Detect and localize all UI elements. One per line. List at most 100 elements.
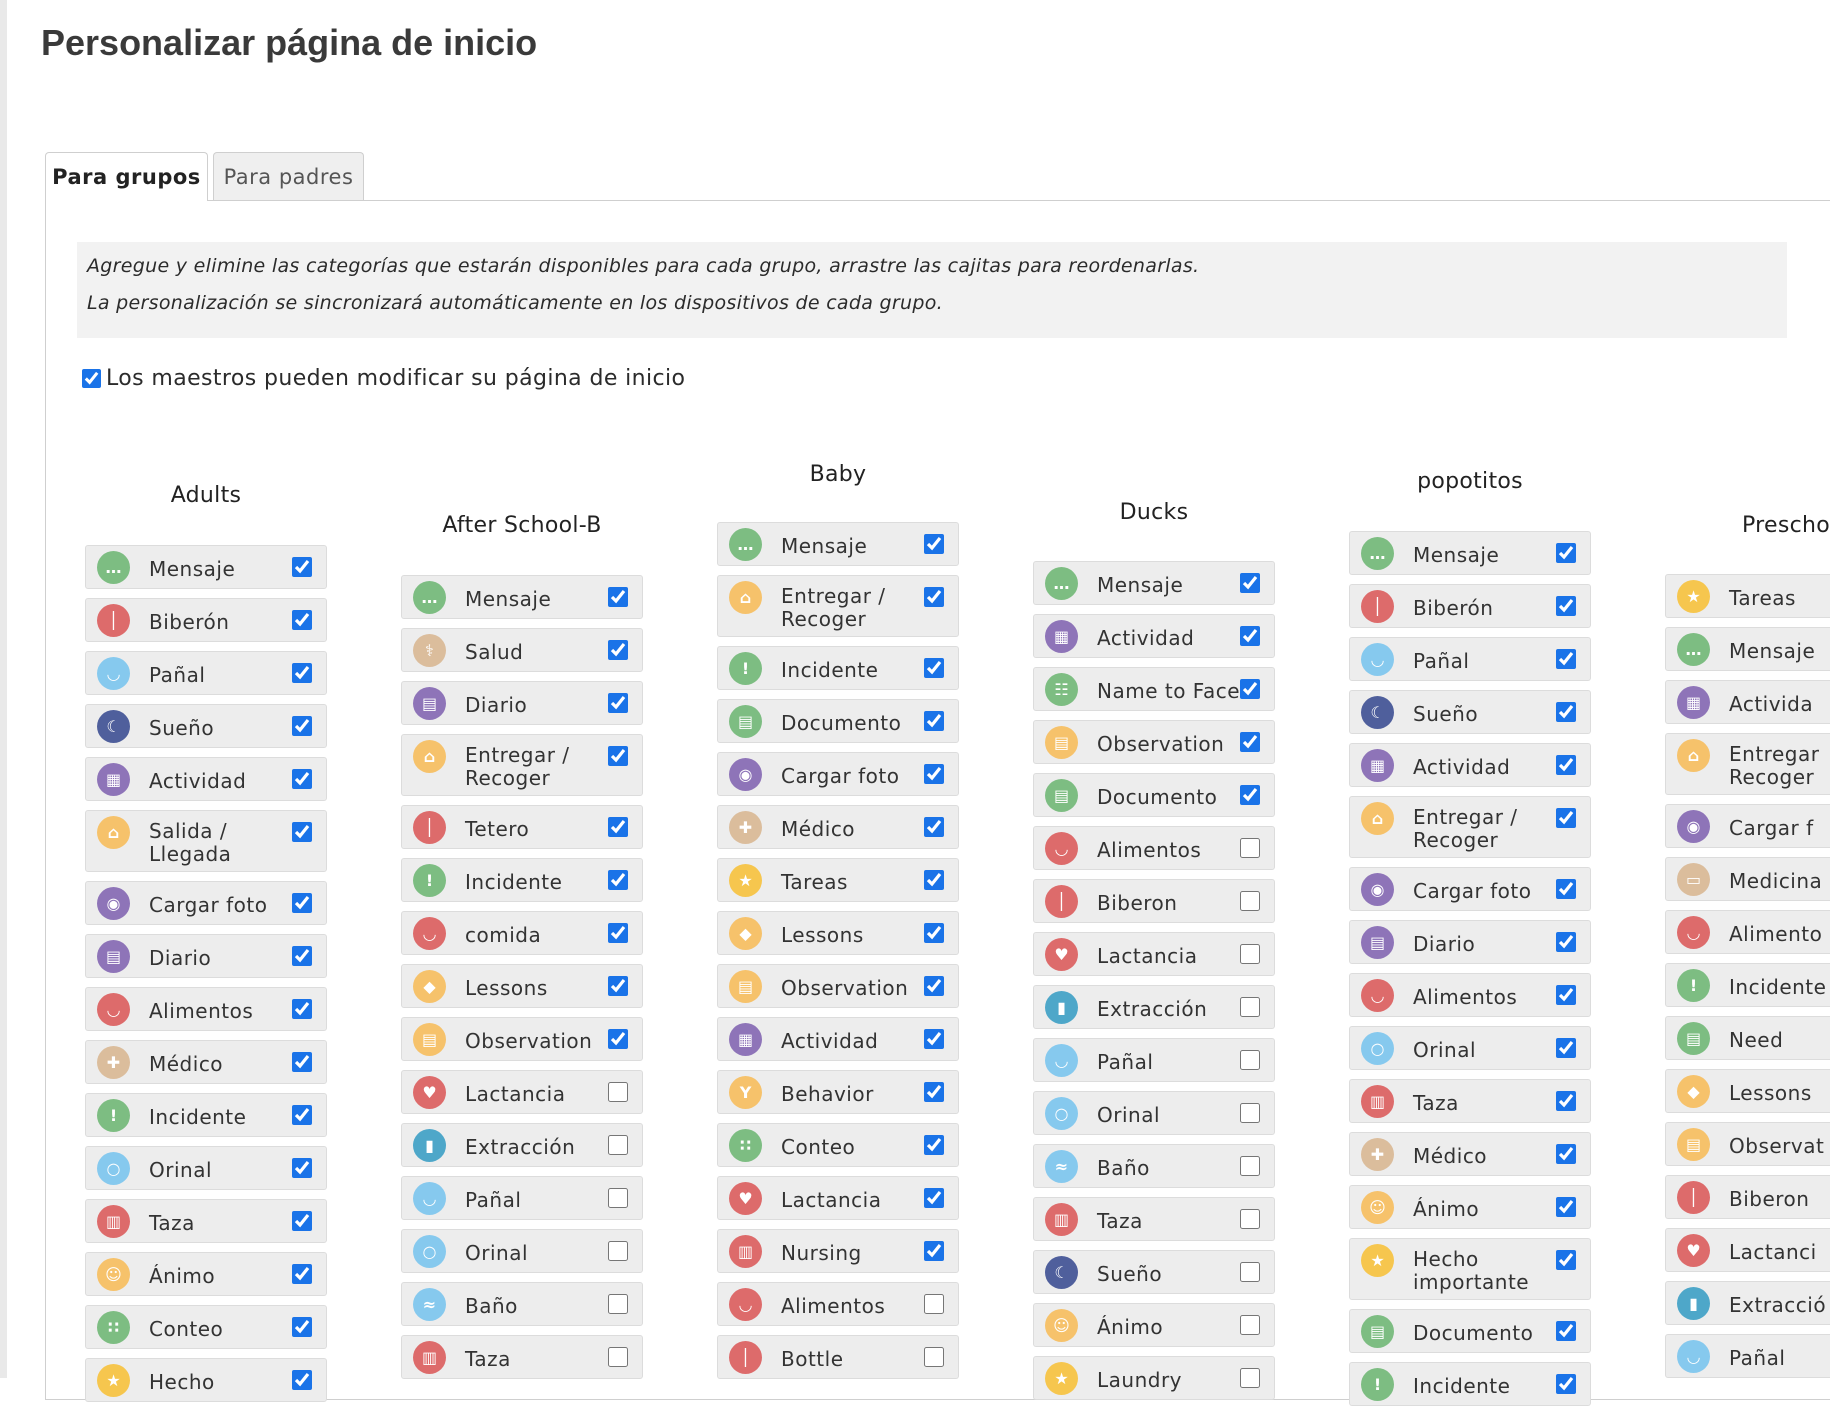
- category-checkbox[interactable]: [608, 746, 628, 766]
- category-box[interactable]: ▦ Actividad: [717, 1017, 959, 1061]
- category-box[interactable]: │ Biberon: [1033, 879, 1275, 923]
- category-box[interactable]: │ Bottle: [717, 1335, 959, 1379]
- category-checkbox[interactable]: [608, 976, 628, 996]
- category-checkbox[interactable]: [1556, 985, 1576, 1005]
- category-checkbox[interactable]: [292, 1317, 312, 1337]
- category-checkbox[interactable]: [924, 658, 944, 678]
- category-checkbox[interactable]: [1240, 785, 1260, 805]
- category-box[interactable]: ! Incidente: [401, 858, 643, 902]
- category-checkbox[interactable]: [924, 1082, 944, 1102]
- category-box[interactable]: ▤ Observation: [1033, 720, 1275, 764]
- teachers-can-modify-checkbox[interactable]: [82, 369, 101, 388]
- category-checkbox[interactable]: [292, 663, 312, 683]
- category-box[interactable]: ★ Tareas: [717, 858, 959, 902]
- category-box[interactable]: │ Biberon: [1665, 1175, 1830, 1219]
- category-checkbox[interactable]: [608, 870, 628, 890]
- category-checkbox[interactable]: [924, 1347, 944, 1367]
- category-checkbox[interactable]: [292, 946, 312, 966]
- category-checkbox[interactable]: [292, 1052, 312, 1072]
- category-box[interactable]: ≈ Baño: [1033, 1144, 1275, 1188]
- category-checkbox[interactable]: [924, 764, 944, 784]
- category-box[interactable]: │ Biberón: [1349, 584, 1591, 628]
- category-checkbox[interactable]: [1556, 932, 1576, 952]
- category-box[interactable]: ☺ Ánimo: [1349, 1185, 1591, 1229]
- category-checkbox[interactable]: [1240, 1103, 1260, 1123]
- category-checkbox[interactable]: [1556, 1374, 1576, 1394]
- category-box[interactable]: ▤ Need: [1665, 1016, 1830, 1060]
- category-box[interactable]: ○ Orinal: [1349, 1026, 1591, 1070]
- category-box[interactable]: ⌂ Entregar / Recoger: [717, 575, 959, 637]
- category-box[interactable]: ☾ Sueño: [1349, 690, 1591, 734]
- category-box[interactable]: ◡ Alimentos: [717, 1282, 959, 1326]
- category-box[interactable]: ▮ Extracción: [401, 1123, 643, 1167]
- teachers-can-modify-option[interactable]: Los maestros pueden modificar su página …: [82, 366, 685, 391]
- category-box[interactable]: ▥ Taza: [401, 1335, 643, 1379]
- category-checkbox[interactable]: [924, 1294, 944, 1314]
- category-box[interactable]: ▥ Nursing: [717, 1229, 959, 1273]
- category-box[interactable]: Y Behavior: [717, 1070, 959, 1114]
- category-checkbox[interactable]: [1240, 838, 1260, 858]
- category-box[interactable]: ◆ Lessons: [1665, 1069, 1830, 1113]
- category-checkbox[interactable]: [292, 1264, 312, 1284]
- category-checkbox[interactable]: [1556, 1250, 1576, 1270]
- category-box[interactable]: ! Incidente: [1349, 1362, 1591, 1406]
- category-checkbox[interactable]: [608, 923, 628, 943]
- category-box[interactable]: ⌂ Entregar Recoger: [1665, 733, 1830, 795]
- category-box[interactable]: ▤ Observat: [1665, 1122, 1830, 1166]
- category-box[interactable]: ☾ Sueño: [85, 704, 327, 748]
- category-box[interactable]: ∷ Conteo: [85, 1305, 327, 1349]
- category-checkbox[interactable]: [924, 1241, 944, 1261]
- category-checkbox[interactable]: [608, 693, 628, 713]
- category-box[interactable]: ▤ Observation: [401, 1017, 643, 1061]
- category-box[interactable]: ◡ Alimento: [1665, 910, 1830, 954]
- category-box[interactable]: ▤ Observation: [717, 964, 959, 1008]
- category-checkbox[interactable]: [1556, 1091, 1576, 1111]
- category-checkbox[interactable]: [924, 1029, 944, 1049]
- category-checkbox[interactable]: [1240, 1156, 1260, 1176]
- category-box[interactable]: ◡ Alimentos: [85, 987, 327, 1031]
- category-box[interactable]: ◉ Cargar foto: [85, 881, 327, 925]
- category-box[interactable]: ▥ Taza: [1033, 1197, 1275, 1241]
- category-box[interactable]: ▤ Diario: [85, 934, 327, 978]
- category-box[interactable]: ◡ Pañal: [1349, 637, 1591, 681]
- category-checkbox[interactable]: [1240, 679, 1260, 699]
- category-checkbox[interactable]: [1240, 573, 1260, 593]
- category-box[interactable]: ○ Orinal: [401, 1229, 643, 1273]
- category-checkbox[interactable]: [1556, 649, 1576, 669]
- category-checkbox[interactable]: [924, 1188, 944, 1208]
- category-box[interactable]: ▤ Documento: [717, 699, 959, 743]
- category-checkbox[interactable]: [292, 1158, 312, 1178]
- category-checkbox[interactable]: [1240, 1262, 1260, 1282]
- category-box[interactable]: ★ Tareas: [1665, 574, 1830, 618]
- category-box[interactable]: ✚ Médico: [1349, 1132, 1591, 1176]
- category-checkbox[interactable]: [1240, 1315, 1260, 1335]
- category-box[interactable]: ◉ Cargar foto: [717, 752, 959, 796]
- category-checkbox[interactable]: [608, 1241, 628, 1261]
- category-checkbox[interactable]: [608, 1294, 628, 1314]
- category-box[interactable]: … Mensaje: [401, 575, 643, 619]
- category-checkbox[interactable]: [1556, 1038, 1576, 1058]
- category-box[interactable]: ⌂ Salida / Llegada: [85, 810, 327, 872]
- category-checkbox[interactable]: [924, 976, 944, 996]
- category-box[interactable]: … Mensaje: [1349, 531, 1591, 575]
- category-checkbox[interactable]: [608, 1082, 628, 1102]
- category-checkbox[interactable]: [924, 711, 944, 731]
- category-checkbox[interactable]: [292, 1211, 312, 1231]
- category-box[interactable]: ★ Hecho importante: [1349, 1238, 1591, 1300]
- category-box[interactable]: … Mensaje: [1665, 627, 1830, 671]
- category-checkbox[interactable]: [1556, 1144, 1576, 1164]
- category-checkbox[interactable]: [1240, 944, 1260, 964]
- tab-para-grupos[interactable]: Para grupos: [45, 152, 208, 201]
- category-checkbox[interactable]: [292, 893, 312, 913]
- category-checkbox[interactable]: [924, 923, 944, 943]
- category-checkbox[interactable]: [608, 817, 628, 837]
- category-checkbox[interactable]: [1556, 808, 1576, 828]
- category-checkbox[interactable]: [1240, 1368, 1260, 1388]
- category-box[interactable]: ! Incidente: [717, 646, 959, 690]
- tab-para-padres[interactable]: Para padres: [213, 152, 364, 200]
- category-checkbox[interactable]: [608, 640, 628, 660]
- category-checkbox[interactable]: [608, 1135, 628, 1155]
- category-checkbox[interactable]: [1556, 543, 1576, 563]
- category-checkbox[interactable]: [1240, 891, 1260, 911]
- category-box[interactable]: ◡ Pañal: [1033, 1038, 1275, 1082]
